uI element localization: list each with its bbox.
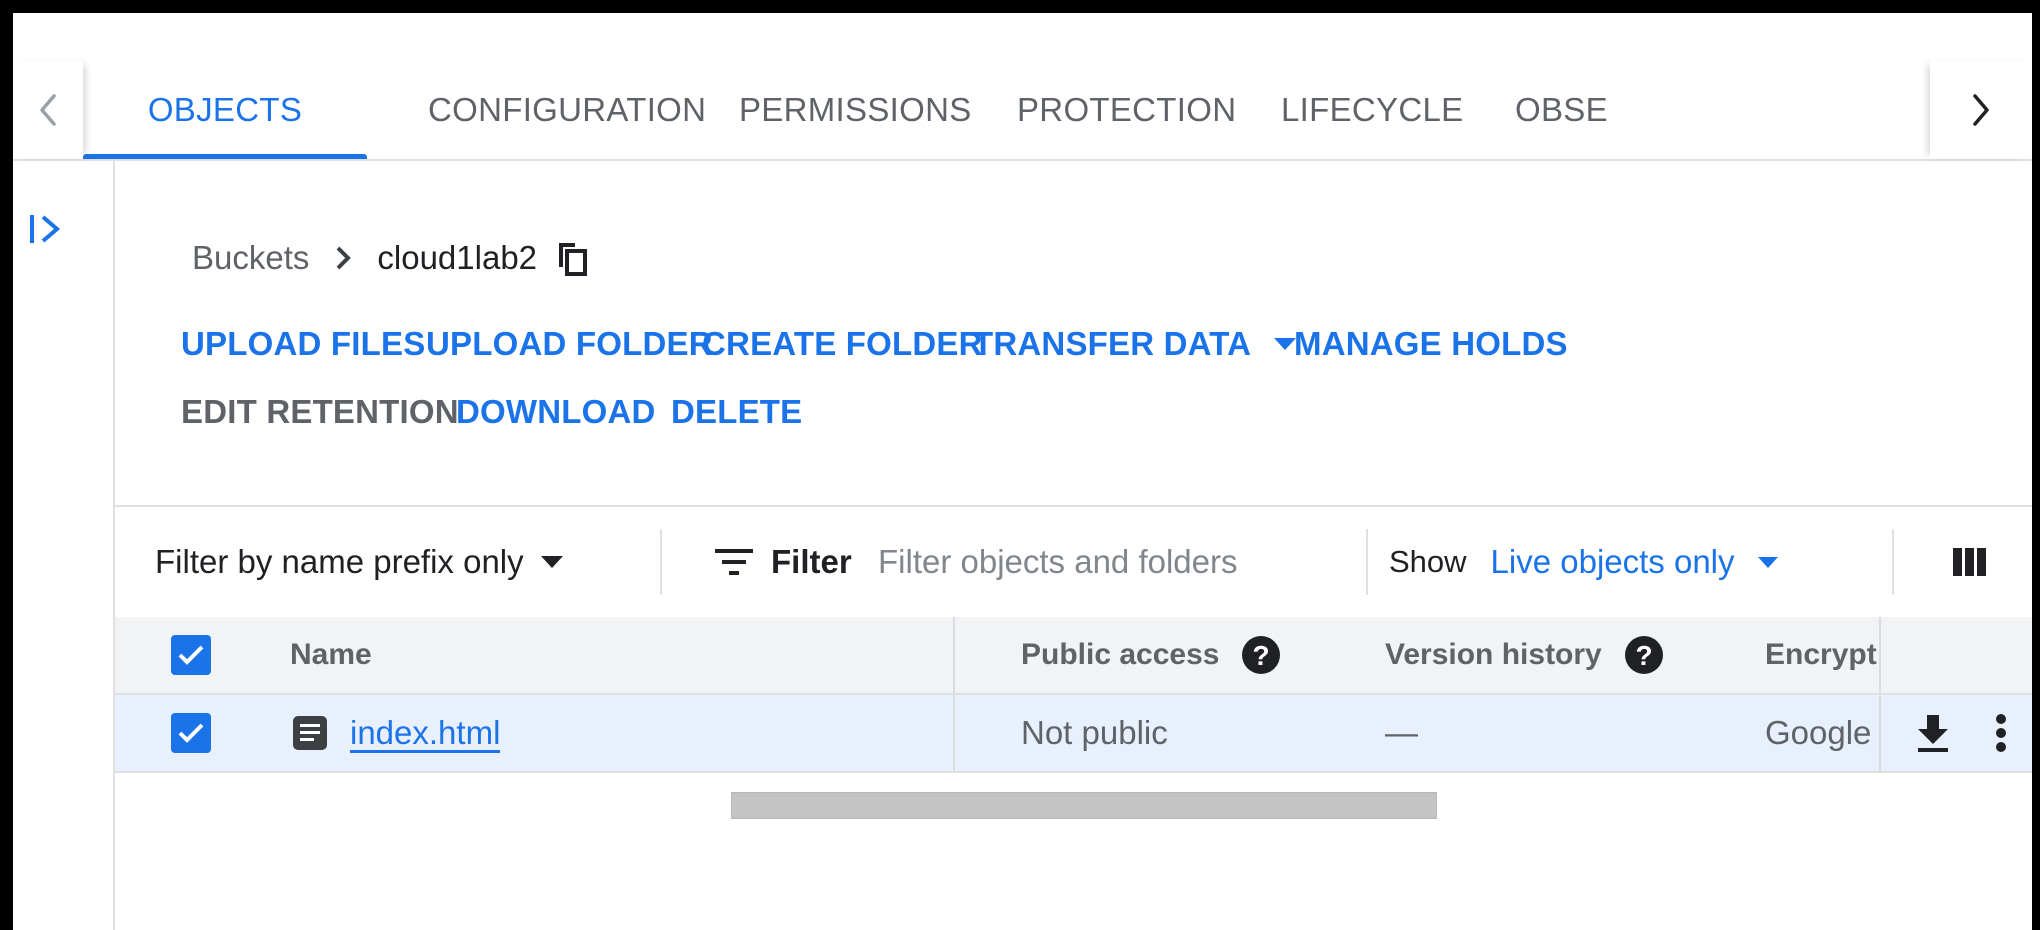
download-icon — [1918, 715, 1948, 752]
view-column-icon — [1953, 548, 1986, 576]
column-divider — [953, 695, 955, 771]
column-header-public-access: Public access ? — [1021, 617, 1281, 693]
tab-label: PROTECTION — [1017, 91, 1237, 128]
row-select-checkbox[interactable] — [171, 695, 211, 771]
tab-protection[interactable]: PROTECTION — [1017, 61, 1236, 159]
tab-list: OBJECTS CONFIGURATION PERMISSIONS PROTEC… — [83, 61, 1930, 159]
tab-objects[interactable]: OBJECTS — [83, 61, 367, 159]
checkbox-checked — [171, 635, 211, 675]
tab-observability[interactable]: OBSE — [1515, 61, 1608, 159]
encryption-cell: Google — [1765, 714, 1872, 751]
horizontal-scrollbar[interactable] — [731, 792, 1437, 819]
divider — [660, 529, 662, 595]
tab-bar: OBJECTS CONFIGURATION PERMISSIONS PROTEC… — [13, 13, 2032, 161]
dropdown-arrow-icon — [540, 556, 563, 568]
chevron-left-icon — [40, 94, 56, 126]
delete-button[interactable]: DELETE — [671, 393, 802, 431]
prefix-filter-mode-label: Filter by name prefix only — [155, 543, 524, 580]
tab-configuration[interactable]: CONFIGURATION — [428, 61, 706, 159]
prefix-filter-mode-dropdown[interactable]: Filter by name prefix only — [155, 507, 564, 617]
help-icon[interactable]: ? — [1624, 635, 1664, 675]
filter-bar: Filter by name prefix only Filter Filter… — [115, 505, 2032, 619]
manage-holds-button[interactable]: MANAGE HOLDS — [1294, 325, 1568, 363]
tab-label: LIFECYCLE — [1281, 91, 1464, 128]
storage-browser-window: OBJECTS CONFIGURATION PERMISSIONS PROTEC… — [13, 13, 2032, 930]
tab-label: OBJECTS — [147, 91, 303, 128]
more-vert-icon — [1996, 714, 2006, 752]
object-name-link[interactable]: index.html — [350, 714, 500, 752]
divider — [1892, 529, 1894, 595]
tab-permissions[interactable]: PERMISSIONS — [739, 61, 972, 159]
tab-label: OBSE — [1515, 91, 1608, 128]
copy-icon — [559, 243, 588, 276]
copy-bucket-name-button[interactable] — [555, 239, 589, 277]
file-document-icon — [293, 716, 327, 750]
column-divider — [953, 617, 955, 693]
expand-panel-button[interactable] — [27, 209, 67, 254]
column-display-options-button[interactable] — [1953, 507, 1987, 617]
show-objects-selector[interactable]: Show Live objects only — [1389, 507, 1779, 617]
checkbox-checked — [171, 713, 211, 753]
objects-panel: Buckets cloud1lab2 UPLOAD FILES UPLOAD F… — [115, 161, 2032, 930]
expand-panel-icon — [30, 215, 61, 243]
chevron-right-icon — [336, 246, 352, 270]
version-history-cell: — — [1385, 714, 1418, 751]
filter-button[interactable]: Filter — [715, 507, 852, 617]
column-header-version-history-label: Version history — [1385, 638, 1602, 671]
transfer-data-label: TRANSFER DATA — [973, 325, 1252, 362]
left-rail — [13, 161, 115, 930]
tab-label: CONFIGURATION — [428, 91, 707, 128]
upload-files-button[interactable]: UPLOAD FILES — [181, 325, 425, 363]
create-folder-button[interactable]: CREATE FOLDER — [702, 325, 983, 363]
select-all-checkbox[interactable] — [171, 617, 211, 693]
filter-objects-input[interactable]: Filter objects and folders — [878, 507, 1238, 617]
table-header-row: Name Public access ? Version history ? E… — [115, 617, 2032, 695]
show-label: Show — [1389, 544, 1467, 579]
object-name-cell: index.html — [292, 695, 500, 771]
svg-text:?: ? — [1635, 640, 1652, 671]
check-icon — [178, 645, 204, 665]
tab-label: PERMISSIONS — [739, 91, 972, 128]
download-object-button[interactable] — [1915, 695, 1951, 771]
show-value: Live objects only — [1490, 543, 1735, 580]
active-tab-indicator — [83, 154, 367, 159]
tab-scroll-left-button[interactable] — [13, 61, 83, 159]
breadcrumb-current-bucket: cloud1lab2 — [377, 239, 538, 276]
tab-lifecycle[interactable]: LIFECYCLE — [1281, 61, 1463, 159]
breadcrumb-buckets-link[interactable]: Buckets — [192, 239, 309, 277]
divider — [1366, 529, 1368, 595]
column-header-version-history: Version history ? — [1385, 617, 1664, 693]
public-access-cell: Not public — [1021, 714, 1168, 751]
filter-label: Filter — [771, 543, 852, 580]
column-header-encryption: Encrypt — [1765, 638, 1877, 671]
svg-text:?: ? — [1253, 640, 1270, 671]
filter-list-icon — [715, 549, 753, 575]
filter-objects-placeholder: Filter objects and folders — [878, 543, 1238, 580]
breadcrumb: Buckets cloud1lab2 — [192, 233, 589, 283]
check-icon — [178, 723, 204, 743]
edit-retention-button[interactable]: EDIT RETENTION — [181, 393, 459, 431]
upload-folder-button[interactable]: UPLOAD FOLDER — [426, 325, 713, 363]
chevron-right-icon — [1973, 94, 1989, 126]
dropdown-arrow-icon — [1757, 556, 1778, 568]
object-more-actions-button[interactable] — [1995, 695, 2007, 771]
column-header-name[interactable]: Name — [290, 617, 372, 693]
tab-scroll-right-button[interactable] — [1930, 61, 2032, 159]
transfer-data-button[interactable]: TRANSFER DATA — [973, 325, 1297, 363]
table-row[interactable]: index.html Not public — Google — [115, 695, 2032, 773]
column-divider — [1879, 695, 1881, 771]
column-header-public-access-label: Public access — [1021, 638, 1220, 671]
download-button[interactable]: DOWNLOAD — [456, 393, 656, 431]
column-divider — [1879, 617, 1881, 693]
help-icon[interactable]: ? — [1241, 635, 1281, 675]
